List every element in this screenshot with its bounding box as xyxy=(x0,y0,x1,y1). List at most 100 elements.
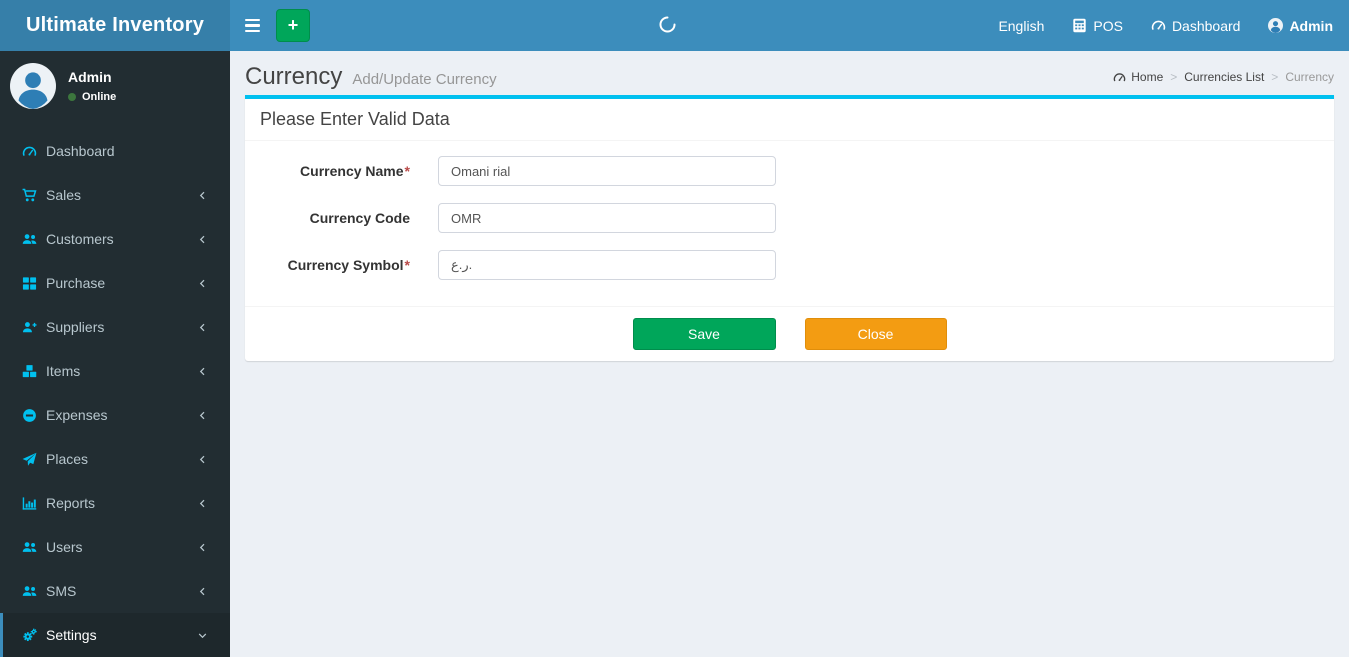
cubes-icon xyxy=(22,364,37,379)
sidebar-item-items[interactable]: Items xyxy=(0,349,230,393)
top-navbar: + English POS Dashboard Admin xyxy=(230,0,1349,51)
avatar xyxy=(10,63,56,109)
panel-body: Currency Name* Currency Code Currency Sy… xyxy=(245,141,1334,306)
sidebar-item-label: Purchase xyxy=(46,275,106,291)
save-button[interactable]: Save xyxy=(632,318,776,350)
paper-plane-icon xyxy=(22,452,37,467)
chevron-left-icon xyxy=(195,410,210,421)
navbar-right-menu: English POS Dashboard Admin xyxy=(984,0,1349,51)
panel-footer: Save Close xyxy=(245,306,1334,361)
chevron-left-icon xyxy=(195,454,210,465)
breadcrumb-current: Currency xyxy=(1285,70,1334,84)
user-menu[interactable]: Admin xyxy=(1254,0,1349,51)
minus-circle-icon xyxy=(22,408,37,423)
user-menu-label: Admin xyxy=(1289,17,1333,34)
plus-icon: + xyxy=(287,15,299,35)
dashboard-label: Dashboard xyxy=(1171,17,1241,34)
sidebar-item-dashboard[interactable]: Dashboard xyxy=(0,129,230,173)
currency-symbol-row: Currency Symbol* xyxy=(260,250,1319,280)
currency-code-label: Currency Code xyxy=(309,210,410,226)
pos-label: POS xyxy=(1093,17,1123,34)
app-logo[interactable]: Ultimate Inventory xyxy=(0,0,230,51)
sidebar-toggle-button[interactable] xyxy=(230,0,274,51)
chevron-left-icon xyxy=(195,278,210,289)
sidebar-item-label: Settings xyxy=(46,627,97,643)
sidebar-item-suppliers[interactable]: Suppliers xyxy=(0,305,230,349)
app-title: Ultimate Inventory xyxy=(25,14,205,36)
required-marker: * xyxy=(404,257,410,273)
home-icon xyxy=(1113,71,1126,84)
sidebar-item-places[interactable]: Places xyxy=(0,437,230,481)
sidebar-item-label: Places xyxy=(46,451,89,467)
sidebar-item-label: Suppliers xyxy=(46,319,105,335)
dashboard-link[interactable]: Dashboard xyxy=(1137,0,1255,51)
calculator-icon xyxy=(1072,18,1087,33)
hamburger-icon xyxy=(244,18,260,22)
main-content: Currency Add/Update Currency Home > Curr… xyxy=(230,51,1349,632)
breadcrumb-separator: > xyxy=(1170,70,1178,84)
sidebar-item-label: Items xyxy=(46,363,81,379)
chevron-left-icon xyxy=(195,322,210,333)
breadcrumb-currencies-list[interactable]: Currencies List xyxy=(1184,70,1264,84)
users-icon xyxy=(22,232,37,247)
chevron-down-icon xyxy=(195,630,210,641)
sidebar-item-label: Users xyxy=(46,539,83,555)
chevron-left-icon xyxy=(195,234,210,245)
sidebar-item-sales[interactable]: Sales xyxy=(0,173,230,217)
currency-name-row: Currency Name* xyxy=(260,156,1319,186)
currency-code-input[interactable] xyxy=(438,203,776,233)
loading-spinner-icon xyxy=(658,15,677,34)
chevron-left-icon xyxy=(195,586,210,597)
tachometer-icon xyxy=(22,144,37,159)
sidebar-item-label: Dashboard xyxy=(46,143,115,159)
breadcrumb-separator: > xyxy=(1271,70,1279,84)
currency-name-label: Currency Name* xyxy=(300,163,410,179)
cart-icon xyxy=(22,188,37,203)
add-button[interactable]: + xyxy=(276,9,310,42)
users-icon xyxy=(22,540,37,555)
chevron-left-icon xyxy=(195,190,210,201)
sidebar-user-status: Online xyxy=(68,91,116,103)
sidebar-user-panel: Admin Online xyxy=(0,51,230,119)
chevron-left-icon xyxy=(195,366,210,377)
user-plus-icon xyxy=(22,320,37,335)
currency-code-row: Currency Code xyxy=(260,203,1319,233)
breadcrumb: Home > Currencies List > Currency xyxy=(1113,70,1334,84)
language-menu[interactable]: English xyxy=(984,0,1058,51)
currency-form-panel: Please Enter Valid Data Currency Name* C… xyxy=(245,95,1334,361)
users-icon xyxy=(22,584,37,599)
currency-symbol-label: Currency Symbol* xyxy=(287,257,410,273)
sidebar-item-customers[interactable]: Customers xyxy=(0,217,230,261)
currency-symbol-input[interactable] xyxy=(438,250,776,280)
online-status-dot xyxy=(68,93,76,101)
currency-name-input[interactable] xyxy=(438,156,776,186)
required-marker: * xyxy=(404,163,410,179)
sidebar-item-sms[interactable]: SMS xyxy=(0,569,230,613)
sidebar-item-users[interactable]: Users xyxy=(0,525,230,569)
sidebar-item-label: Customers xyxy=(46,231,114,247)
chevron-left-icon xyxy=(195,542,210,553)
top-header: Ultimate Inventory + English POS Dashboa… xyxy=(0,0,1349,51)
sidebar-item-label: SMS xyxy=(46,583,77,599)
sidebar-item-purchase[interactable]: Purchase xyxy=(0,261,230,305)
gears-icon xyxy=(22,628,37,643)
dashboard-icon xyxy=(1151,18,1166,33)
online-status-label: Online xyxy=(82,91,117,103)
sidebar-item-label: Expenses xyxy=(46,407,108,423)
close-button[interactable]: Close xyxy=(804,318,947,350)
sidebar-item-reports[interactable]: Reports xyxy=(0,481,230,525)
grid-icon xyxy=(22,276,37,291)
content-header: Currency Add/Update Currency Home > Curr… xyxy=(245,51,1334,95)
sidebar-item-label: Sales xyxy=(46,187,82,203)
sidebar: Admin Online Dashboard Sales Customers P… xyxy=(0,51,230,657)
page-title: Currency Add/Update Currency xyxy=(245,63,497,90)
sidebar-user-name: Admin xyxy=(68,69,112,85)
sidebar-item-label: Reports xyxy=(46,495,96,511)
sidebar-item-settings[interactable]: Settings xyxy=(0,613,230,657)
bar-chart-icon xyxy=(22,496,37,511)
sidebar-item-expenses[interactable]: Expenses xyxy=(0,393,230,437)
chevron-left-icon xyxy=(195,498,210,509)
breadcrumb-home[interactable]: Home xyxy=(1113,70,1163,84)
user-avatar-icon xyxy=(1268,18,1283,33)
pos-link[interactable]: POS xyxy=(1058,0,1137,51)
